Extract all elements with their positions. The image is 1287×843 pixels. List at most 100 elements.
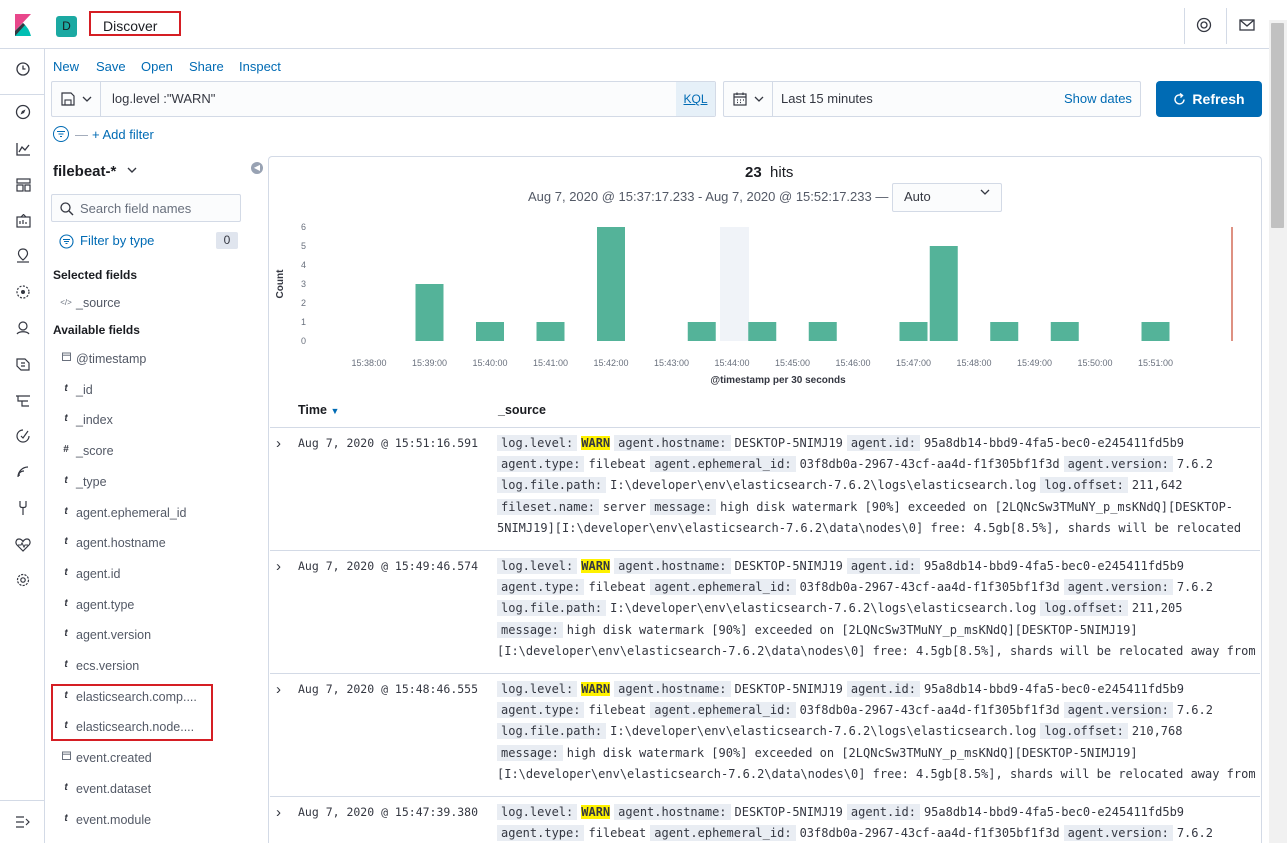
space-avatar[interactable]: D — [56, 16, 77, 37]
filter-options-icon[interactable] — [53, 126, 69, 142]
histogram-bar[interactable] — [1050, 322, 1079, 341]
top-header — [0, 0, 1287, 49]
histogram-bar[interactable] — [808, 322, 837, 341]
menu-save-link[interactable]: Save — [96, 59, 126, 74]
source-field-value: [I:\developer\env\elasticsearch-7.6.2\da… — [497, 643, 1256, 658]
logs-icon[interactable] — [11, 355, 35, 379]
histogram-bar[interactable] — [899, 322, 928, 341]
show-dates-link[interactable]: Show dates — [1064, 91, 1132, 106]
stack-monitoring-icon[interactable] — [11, 535, 35, 559]
maps-icon[interactable] — [11, 247, 35, 271]
field-item[interactable]: t agent.ephemeral_id — [53, 503, 243, 525]
interval-select[interactable]: Auto — [892, 183, 1002, 212]
kibana-logo-icon[interactable] — [12, 14, 34, 36]
source-field-value: 03f8db0a-2967-43cf-aa4d-f1f305bf1f3d — [799, 457, 1060, 472]
y-axis-label: Count — [275, 269, 286, 299]
breadcrumb-discover[interactable]: Discover — [89, 11, 181, 36]
x-axis-label: @timestamp per 30 seconds — [710, 375, 846, 386]
histogram-chart[interactable]: 0 1 2 3 4 5 6 Count 15:38:00 15:39:00 15:40:00 15:4… — [268, 215, 1262, 395]
time-header-label: Time — [298, 403, 327, 417]
source-field-key: agent.type: — [497, 456, 585, 473]
field-item[interactable]: t agent.id — [53, 564, 243, 586]
row-timestamp: Aug 7, 2020 @ 15:49:46.574 — [298, 559, 479, 573]
discover-compass-icon[interactable] — [11, 103, 35, 127]
index-pattern-selector[interactable]: filebeat-* — [53, 163, 137, 180]
source-line: log.file.path: I:\developer\env\elasticse… — [497, 475, 1257, 496]
x-tick-label: 15:44:00 — [714, 358, 749, 368]
histogram-bar[interactable] — [597, 227, 625, 341]
source-line: message: high disk watermark [90%] exceed… — [497, 620, 1257, 641]
source-field-value: DESKTOP-5NIMJ19 — [734, 436, 843, 450]
field-item[interactable]: t _type — [53, 472, 243, 494]
field-item[interactable]: t agent.hostname — [53, 533, 243, 555]
highlighted-value: WARN — [581, 559, 611, 573]
expand-row-icon[interactable]: › — [276, 681, 281, 698]
histogram-bar[interactable] — [476, 322, 504, 341]
dev-tools-icon[interactable] — [11, 499, 35, 523]
histogram-bar[interactable] — [415, 284, 444, 341]
sort-down-icon[interactable]: ▼ — [330, 406, 339, 416]
histogram-bar[interactable] — [929, 246, 958, 341]
source-field-key: agent.ephemeral_id: — [650, 825, 796, 842]
ml-icon[interactable] — [11, 283, 35, 307]
query-input[interactable]: log.level :"WARN" — [112, 91, 215, 106]
mail-icon[interactable] — [1233, 12, 1261, 38]
source-field-value: server — [602, 499, 647, 514]
menu-share-link[interactable]: Share — [189, 59, 224, 74]
histogram-bar[interactable] — [990, 322, 1019, 341]
field-item[interactable]: t event.module — [53, 810, 243, 832]
field-item[interactable]: t _index — [53, 410, 243, 432]
menu-inspect-link[interactable]: Inspect — [239, 59, 281, 74]
saved-query-button[interactable] — [51, 81, 101, 117]
time-range-label[interactable]: Last 15 minutes — [781, 91, 873, 106]
field-item[interactable]: t agent.type — [53, 595, 243, 617]
refresh-button[interactable]: Refresh — [1156, 81, 1262, 117]
scrollbar-thumb[interactable] — [1271, 23, 1284, 228]
histogram-bar[interactable] — [536, 322, 565, 341]
column-header-time[interactable]: Time ▼ — [298, 403, 339, 417]
expand-row-icon[interactable]: › — [276, 804, 281, 821]
source-field-key: agent.ephemeral_id: — [650, 579, 796, 596]
filter-type-icon[interactable] — [59, 234, 74, 249]
field-item[interactable]: t event.dataset — [53, 779, 243, 801]
add-filter-button[interactable]: + Add filter — [92, 127, 154, 142]
field-item[interactable]: event.created — [53, 748, 243, 770]
dashboard-icon[interactable] — [11, 175, 35, 199]
expand-row-icon[interactable]: › — [276, 558, 281, 575]
menu-new-link[interactable]: New — [53, 59, 79, 74]
infrastructure-icon[interactable] — [11, 319, 35, 343]
histogram-bar[interactable] — [687, 322, 716, 341]
canvas-icon[interactable] — [11, 211, 35, 235]
hits-number: 23 — [745, 164, 762, 181]
field-item[interactable]: t _id — [53, 380, 243, 402]
kql-toggle-button[interactable]: KQL — [676, 82, 715, 116]
apm-icon[interactable] — [11, 391, 35, 415]
histogram-bar[interactable] — [748, 322, 777, 341]
visualize-icon[interactable] — [11, 139, 35, 163]
filter-by-type-button[interactable]: Filter by type — [80, 233, 154, 248]
x-tick-label: 15:41:00 — [533, 358, 568, 368]
field-name: agent.version — [76, 628, 152, 643]
field-item[interactable]: @timestamp — [53, 349, 243, 371]
field-name: _id — [76, 382, 93, 397]
field-item[interactable]: # _score — [53, 441, 243, 463]
source-field-key: log.file.path: — [497, 600, 607, 617]
x-tick-label: 15:46:00 — [835, 358, 870, 368]
expand-row-icon[interactable]: › — [276, 435, 281, 452]
source-field-value: 211,642 — [1131, 478, 1183, 493]
management-gear-icon[interactable] — [11, 571, 35, 595]
source-field-key: agent.ephemeral_id: — [650, 702, 796, 719]
menu-open-link[interactable]: Open — [141, 59, 173, 74]
dock-navigation-icon[interactable] — [11, 811, 35, 835]
field-item-source[interactable]: </> _source — [53, 293, 243, 315]
quick-select-button[interactable] — [723, 81, 773, 117]
help-icon[interactable] — [1190, 12, 1218, 38]
siem-icon[interactable] — [11, 463, 35, 487]
source-field-value: 03f8db0a-2967-43cf-aa4d-f1f305bf1f3d — [799, 703, 1060, 718]
field-item[interactable]: t agent.version — [53, 625, 243, 647]
recently-viewed-icon[interactable] — [11, 59, 35, 83]
collapse-sidebar-icon[interactable]: ◀ — [251, 162, 263, 174]
uptime-icon[interactable] — [11, 427, 35, 451]
histogram-bar[interactable] — [1141, 322, 1170, 341]
field-item[interactable]: t ecs.version — [53, 656, 243, 678]
